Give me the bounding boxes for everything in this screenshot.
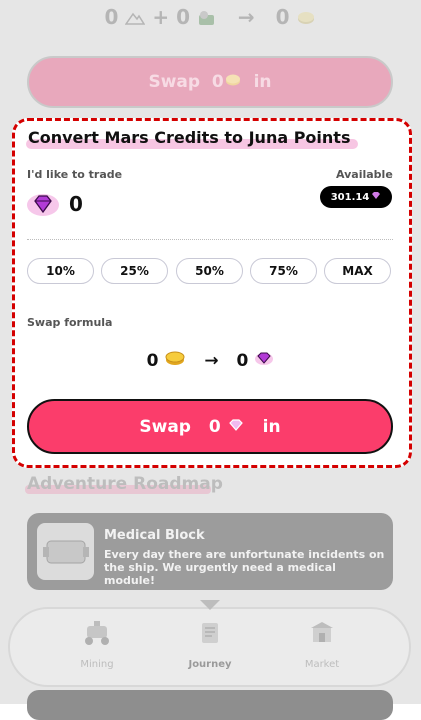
nav-item-market[interactable]: Market [277, 618, 367, 670]
formula-arrow: → [204, 350, 219, 371]
trade-amount-input[interactable]: 0 [69, 192, 83, 216]
roadmap-item-title: Medical Block [104, 528, 205, 543]
top-swap-label: Swap [148, 72, 201, 92]
swap-formula: 0 → 0 [0, 350, 421, 371]
rover-icon [80, 621, 114, 651]
coin-icon [224, 72, 242, 92]
percent-75-button[interactable]: 75% [250, 258, 317, 284]
gem-icon [254, 350, 274, 371]
top-swap-suffix: in [253, 72, 272, 92]
top-formula-arrow: → [237, 5, 255, 29]
credit-icon [197, 7, 217, 31]
divider [27, 239, 393, 240]
nav-label-mining: Mining [80, 659, 114, 670]
percent-50-button[interactable]: 50% [176, 258, 243, 284]
nav-label-market: Market [304, 659, 340, 670]
percent-10-button[interactable]: 10% [27, 258, 94, 284]
roadmap-item-partial [27, 690, 393, 720]
top-formula-left-b: 0 [176, 5, 191, 29]
coin-icon [164, 350, 186, 371]
mountain-icon [124, 7, 146, 31]
card-title: Convert Mars Credits to Juna Points [28, 128, 351, 147]
gem-icon [26, 191, 60, 221]
shop-icon [305, 622, 339, 651]
roadmap-item-description: Every day there are unfortunate incident… [104, 548, 385, 587]
roadmap-title: Adventure Roadmap [27, 474, 223, 494]
top-swap-button[interactable]: Swap 0 in [27, 56, 393, 108]
percent-25-button[interactable]: 25% [101, 258, 168, 284]
formula-left: 0 [146, 350, 159, 371]
swap-formula-label: Swap formula [27, 316, 113, 329]
available-label: Available [336, 168, 393, 181]
top-formula: 0 + 0 → 0 [0, 5, 421, 31]
top-formula-right: 0 [275, 5, 290, 29]
swap-button[interactable]: Swap 0 in [27, 399, 393, 454]
nav-label-journey: Journey [188, 659, 232, 670]
coin-icon [296, 7, 316, 31]
gem-icon [371, 191, 381, 203]
top-formula-plus: + [152, 5, 170, 29]
nav-indicator [200, 600, 220, 610]
swap-button-amount: 0 [208, 416, 221, 437]
gem-icon [227, 417, 245, 437]
nav-item-journey[interactable]: Journey [165, 618, 255, 670]
top-swap-amount: 0 [211, 72, 224, 92]
medical-block-image [37, 523, 94, 580]
nav-item-mining[interactable]: Mining [52, 618, 142, 670]
available-balance-badge: 301.14 [320, 186, 392, 208]
swap-button-label: Swap [139, 416, 191, 437]
available-balance: 301.14 [330, 191, 370, 203]
scroll-icon [193, 623, 227, 651]
swap-button-suffix: in [262, 416, 281, 437]
formula-right: 0 [236, 350, 249, 371]
max-button[interactable]: MAX [324, 258, 391, 284]
top-formula-left-a: 0 [104, 5, 119, 29]
trade-label: I'd like to trade [27, 168, 123, 181]
